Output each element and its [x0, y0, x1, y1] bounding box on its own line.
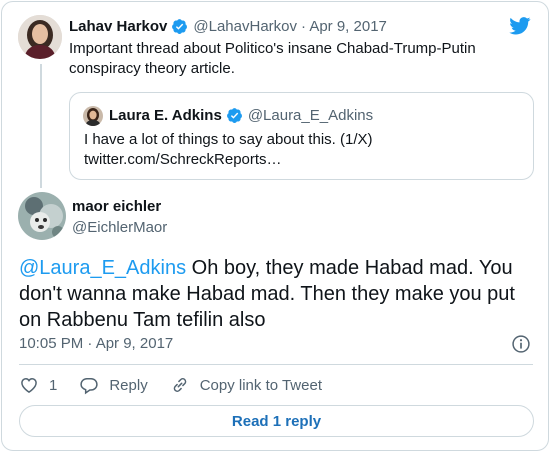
- quoted-header: Laura E. Adkins @Laura_E_Adkins: [109, 107, 373, 124]
- quoted-link[interactable]: twitter.com/SchreckReports…: [84, 150, 373, 170]
- reply-icon: [80, 378, 99, 395]
- reply-text-line: on Rabbenu Tam tefilin also: [19, 309, 266, 331]
- reply-text-fragment: Oh boy, they made Habad mad. You: [186, 257, 513, 279]
- read-replies-button[interactable]: Read 1 reply: [19, 405, 534, 437]
- reply-label: Reply: [109, 376, 148, 394]
- divider: [19, 364, 533, 365]
- author-name[interactable]: Lahav Harkov: [69, 18, 167, 35]
- reply-author-name[interactable]: maor eichler: [72, 198, 161, 215]
- tweet-text: Important thread about Politico's insane…: [69, 39, 476, 79]
- tweet-text-line: conspiracy theory article.: [69, 60, 235, 77]
- heart-icon: [21, 377, 37, 393]
- reply-text: @Laura_E_Adkins Oh boy, they made Habad …: [19, 255, 539, 333]
- quoted-avatar: [83, 106, 103, 126]
- quoted-author-name: Laura E. Adkins: [109, 107, 222, 124]
- quoted-tweet[interactable]: Laura E. Adkins @Laura_E_Adkins I have a…: [69, 92, 534, 180]
- quoted-text-line: I have a lot of things to say about this…: [84, 131, 373, 148]
- twitter-bird-icon[interactable]: [509, 17, 531, 35]
- avatar-portrait-icon: [18, 15, 62, 59]
- thread-connector-line: [40, 64, 42, 188]
- quoted-author-handle: @Laura_E_Adkins: [247, 107, 374, 124]
- mention-link[interactable]: @Laura_E_Adkins: [19, 257, 186, 279]
- reply-button[interactable]: Reply: [79, 375, 148, 395]
- reply-timestamp[interactable]: 10:05 PM · Apr 9, 2017: [19, 335, 173, 352]
- like-count: 1: [49, 376, 58, 394]
- read-replies-label: Read 1 reply: [231, 412, 322, 430]
- tweet-header: Lahav Harkov @LahavHarkov · Apr 9, 2017: [69, 18, 387, 35]
- reply-avatar[interactable]: [18, 192, 66, 240]
- like-button[interactable]: 1: [19, 375, 57, 395]
- tweet-text-line: Important thread about Politico's insane…: [69, 40, 476, 57]
- tweet-date[interactable]: · Apr 9, 2017: [301, 18, 387, 35]
- embedded-tweet-card: Lahav Harkov @LahavHarkov · Apr 9, 2017 …: [1, 1, 549, 451]
- avatar-portrait-icon: [83, 106, 103, 126]
- reply-text-line: @Laura_E_Adkins Oh boy, they made Habad …: [19, 255, 539, 281]
- action-bar: 1 Reply Copy link to Tweet: [19, 374, 344, 396]
- avatar[interactable]: [18, 15, 62, 59]
- copy-link-label: Copy link to Tweet: [199, 376, 322, 394]
- reply-text-line: don't wanna make Habad mad. Then they ma…: [19, 283, 515, 305]
- quoted-text: I have a lot of things to say about this…: [84, 130, 373, 170]
- info-icon[interactable]: [511, 334, 531, 354]
- author-handle[interactable]: @LahavHarkov: [193, 18, 297, 35]
- link-icon: [173, 378, 186, 392]
- verified-badge-icon: [226, 108, 242, 123]
- reply-author-handle[interactable]: @EichlerMaor: [72, 219, 167, 236]
- avatar-dog-icon: [18, 192, 66, 240]
- verified-badge-icon: [172, 19, 188, 34]
- copy-link-button[interactable]: Copy link to Tweet: [170, 375, 322, 395]
